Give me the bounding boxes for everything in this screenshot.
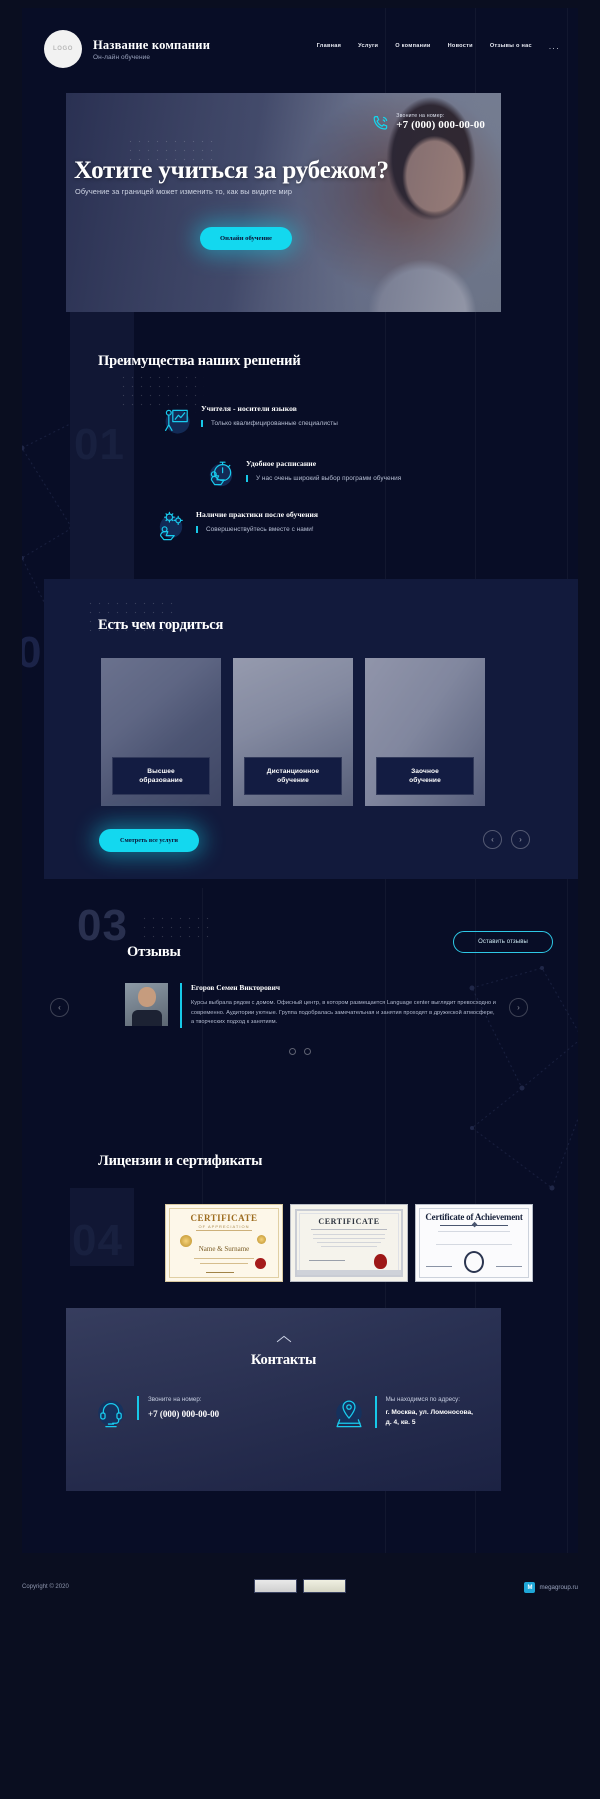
advantage-heading-2: Удобное расписание bbox=[246, 459, 317, 468]
nav-item-reviews[interactable]: Отзывы о нас bbox=[490, 43, 532, 49]
review-text: Курсы выбрала рядом с домом. Офисный цен… bbox=[191, 1000, 496, 1026]
logo-placeholder: LOGO bbox=[44, 30, 82, 68]
pride-card-2[interactable]: Дистанционное обучение bbox=[233, 658, 353, 806]
megagroup-text: megagroup.ru bbox=[539, 1584, 578, 1591]
chevron-up-icon[interactable] bbox=[276, 1334, 292, 1344]
nav-item-about[interactable]: О компании bbox=[395, 43, 430, 49]
contacts-address-value: г. Москва, ул. Ломоносова, д. 4, кв. 5 bbox=[385, 1409, 473, 1426]
presenter-chart-icon bbox=[165, 409, 190, 434]
pride-next-button[interactable]: › bbox=[511, 830, 530, 849]
reviews-pager bbox=[289, 1048, 311, 1055]
reviews-next-button[interactable]: › bbox=[509, 998, 528, 1017]
logo-area[interactable]: LOGO Название компании Он-лайн обучение bbox=[44, 30, 210, 68]
pride-section: Есть чем гордиться Высшее образование Ди… bbox=[44, 579, 578, 879]
contacts-address-label: Мы находимся по адресу: bbox=[385, 1396, 460, 1403]
contacts-address-block[interactable]: Мы находимся по адресу: г. Москва, ул. Л… bbox=[332, 1396, 473, 1430]
certificate-1[interactable]: CERTIFICATE OF APPRECIATION Name & Surna… bbox=[165, 1204, 283, 1282]
nav-item-news[interactable]: Новости bbox=[448, 43, 473, 49]
nav-item-home[interactable]: Главная bbox=[317, 43, 342, 49]
page-footer: Copyright © 2020 M megagroup.ru bbox=[0, 1570, 600, 1610]
brand-block: Название компании Он-лайн обучение bbox=[93, 38, 210, 61]
certificate-1-title: CERTIFICATE bbox=[190, 1213, 258, 1223]
hero-phone-number: +7 (000) 000-00-00 bbox=[396, 119, 485, 131]
leave-review-button[interactable]: Оставить отзывы bbox=[453, 931, 553, 953]
nav-more-icon[interactable]: ... bbox=[549, 42, 560, 50]
contacts-phone-block[interactable]: Звоните на номер: +7 (000) 000-00-00 bbox=[94, 1396, 219, 1430]
megagroup-credit[interactable]: M megagroup.ru bbox=[524, 1582, 578, 1593]
main-nav: Главная Услуги О компании Новости Отзывы… bbox=[317, 42, 560, 50]
contacts-title: Контакты bbox=[250, 1352, 317, 1368]
brand-name: Название компании bbox=[93, 37, 211, 52]
reviews-pager-dot-1[interactable] bbox=[289, 1048, 296, 1055]
phone-support-icon bbox=[98, 1400, 124, 1428]
stopwatch-icon bbox=[209, 461, 233, 487]
certificate-3[interactable]: Certificate of Achievement bbox=[415, 1204, 533, 1282]
pride-carousel-arrows: ‹ › bbox=[483, 830, 530, 849]
certificate-2-title: CERTIFICATE bbox=[318, 1217, 380, 1226]
contacts-section: Контакты Звоните на номер: +7 (000) 000-… bbox=[66, 1308, 501, 1491]
contacts-phone-number: +7 (000) 000-00-00 bbox=[148, 1409, 220, 1419]
pride-card-label-1: Высшее образование bbox=[112, 757, 210, 795]
advantages-section: Преимущества наших решений Учителя - нос… bbox=[22, 312, 578, 578]
map-pin-icon bbox=[335, 1400, 362, 1428]
review-author-name: Егоров Семен Викторович bbox=[191, 983, 281, 992]
site-header: LOGO Название компании Он-лайн обучение … bbox=[22, 22, 578, 76]
pride-prev-button[interactable]: ‹ bbox=[483, 830, 502, 849]
contacts-phone-label: Звоните на номер: bbox=[148, 1396, 202, 1403]
review-item: Егоров Семен Викторович Курсы выбрала ря… bbox=[125, 983, 498, 1028]
review-avatar bbox=[125, 983, 168, 1026]
licenses-section: Лицензии и сертификаты CERTIFICATE OF AP… bbox=[22, 1098, 578, 1298]
advantage-desc-1: Только квалифицированные специалисты bbox=[201, 420, 338, 427]
pride-card-3[interactable]: Заочное обучение bbox=[365, 658, 485, 806]
hero-section: Звоните на номер: +7 (000) 000-00-00 Хот… bbox=[66, 93, 501, 312]
certificate-1-subtitle: OF APPRECIATION bbox=[198, 1224, 250, 1229]
advantage-desc-3: Совершенствуйтесь вместе с нами! bbox=[196, 526, 318, 533]
phone-icon bbox=[373, 115, 388, 130]
brand-subtitle: Он-лайн обучение bbox=[93, 53, 151, 61]
reviews-title: Отзывы bbox=[127, 944, 181, 960]
contacts-phone-text: Звоните на номер: +7 (000) 000-00-00 bbox=[137, 1396, 219, 1420]
page-root: 01 02 03 04 LOGO Название компании Он-ла… bbox=[0, 0, 600, 1799]
advantage-item-2: Удобное расписание У нас очень широкий в… bbox=[205, 459, 401, 491]
contacts-address-text: Мы находимся по адресу: г. Москва, ул. Л… bbox=[374, 1396, 473, 1428]
advantage-desc-2: У нас очень широкий выбор программ обуче… bbox=[246, 475, 401, 482]
reviews-dot-pattern bbox=[140, 914, 210, 942]
pride-card-label-3: Заочное обучение bbox=[376, 757, 474, 795]
contacts-columns: Звоните на номер: +7 (000) 000-00-00 Мы … bbox=[94, 1396, 473, 1430]
pride-card-1[interactable]: Высшее образование bbox=[101, 658, 221, 806]
advantages-title: Преимущества наших решений bbox=[98, 353, 301, 369]
hero-phone-block[interactable]: Звоните на номер: +7 (000) 000-00-00 bbox=[372, 113, 485, 132]
hero-title: Хотите учиться за рубежом? bbox=[74, 157, 389, 184]
reviews-prev-button[interactable]: ‹ bbox=[50, 998, 69, 1017]
advantage-item-1: Учителя - носители языков Только квалифи… bbox=[160, 404, 338, 436]
pride-title: Есть чем гордиться bbox=[98, 617, 224, 633]
counter-badge-2[interactable] bbox=[303, 1579, 346, 1593]
nav-item-services[interactable]: Услуги bbox=[358, 43, 378, 49]
pride-cta-button[interactable]: Смотреть все услуги bbox=[99, 829, 199, 852]
gears-person-icon bbox=[159, 511, 183, 541]
hero-phone-text: Звоните на номер: +7 (000) 000-00-00 bbox=[396, 113, 485, 132]
copyright-text: Copyright © 2020 bbox=[22, 1584, 69, 1590]
certificates-list: CERTIFICATE OF APPRECIATION Name & Surna… bbox=[165, 1204, 533, 1282]
advantage-heading-3: Наличие практики после обучения bbox=[196, 510, 319, 519]
counters-area bbox=[254, 1579, 346, 1593]
reviews-pager-dot-2[interactable] bbox=[304, 1048, 311, 1055]
website-canvas: 01 02 03 04 LOGO Название компании Он-ла… bbox=[22, 8, 578, 1553]
review-body: Егоров Семен Викторович Курсы выбрала ря… bbox=[180, 983, 498, 1028]
hero-cta-button[interactable]: Онлайн обучение bbox=[200, 227, 292, 250]
hero-subtitle: Обучение за границей может изменить то, … bbox=[75, 187, 293, 196]
licenses-title: Лицензии и сертификаты bbox=[98, 1153, 263, 1169]
advantage-item-3: Наличие практики после обучения Совершен… bbox=[155, 510, 318, 542]
pride-card-label-2: Дистанционное обучение bbox=[244, 757, 342, 795]
pride-cards: Высшее образование Дистанционное обучени… bbox=[101, 658, 485, 806]
certificate-2[interactable]: CERTIFICATE bbox=[290, 1204, 408, 1282]
advantage-heading-1: Учителя - носители языков bbox=[201, 404, 297, 413]
megagroup-icon: M bbox=[524, 1582, 536, 1593]
counter-badge-1[interactable] bbox=[254, 1579, 297, 1593]
